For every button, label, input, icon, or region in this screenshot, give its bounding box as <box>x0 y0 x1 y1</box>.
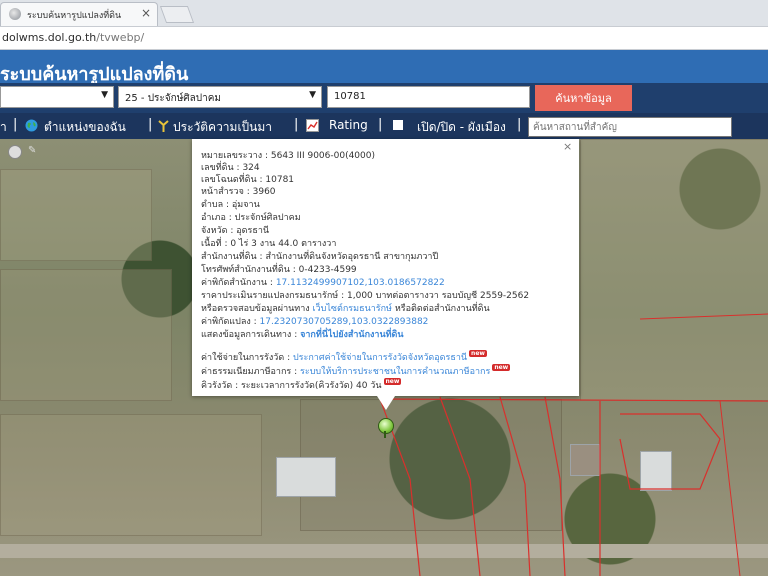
url-path: /tvwebp/ <box>96 31 145 44</box>
info-label: ค่าพิกัดแปลง <box>201 317 251 327</box>
info-appraisal: ราคาประเมินรายแปลงกรมธนารักษ์ : 1,000 บา… <box>201 291 530 301</box>
info-label: โทรศัพท์สำนักงานที่ดิน <box>201 265 290 275</box>
toolbar-separator: | <box>517 117 522 132</box>
info-fee: ค่าใช้จ่ายในการรังวัด : ประกาศค่าใช้จ่าย… <box>201 350 487 363</box>
info-value: 1,000 บาทต่อตารางวา รอบบัญชี 2559-2562 <box>347 291 530 301</box>
province-select[interactable]: ▼ <box>0 86 114 108</box>
toolbar-separator: | <box>294 117 299 132</box>
treasury-website-link[interactable]: เว็บไซต์กรมธนารักษ์ <box>313 304 392 314</box>
chart-icon <box>306 119 319 132</box>
site-favicon-icon <box>9 8 21 20</box>
url-text: dolwms.dol.go.th/tvwebp/ <box>2 31 144 44</box>
info-value: สำนักงานที่ดินจังหวัดอุดรธานี สาขากุมภวา… <box>265 252 439 262</box>
info-label: ค่าใช้จ่ายในการรังวัด <box>201 353 285 363</box>
info-label: ตำบล <box>201 200 224 210</box>
info-parcel-coords: ค่าพิกัดแปลง : 17.2320730705289,103.0322… <box>201 317 429 327</box>
info-value: อุ่มจาน <box>231 200 260 210</box>
toolbar-separator: | <box>13 117 18 132</box>
tax-calc-link[interactable]: ระบบให้บริการประชาชนในการคำนวณภาษีอากร <box>300 367 490 377</box>
info-office-phone: โทรศัพท์สำนักงานที่ดิน : 0-4233-4599 <box>201 265 357 275</box>
new-badge: new <box>383 378 402 385</box>
info-area: เนื้อที่ : 0 ไร่ 3 งาน 44.0 ตารางวา <box>201 239 337 249</box>
parcel-line <box>639 313 768 320</box>
info-province: จังหวัด : อุดรธานี <box>201 226 270 236</box>
info-value: 5643 III 9006-00(4000) <box>270 151 375 161</box>
route-link[interactable]: จากที่นี่ไปยังสำนักงานที่ดิน <box>300 330 403 340</box>
search-button[interactable]: ค้นหาข้อมูล <box>535 85 632 111</box>
globe-icon <box>25 119 38 132</box>
toolbar-separator: | <box>148 117 153 132</box>
info-queue: คิวรังวัด : ระยะเวลาการรังวัด(คิวรังวัด)… <box>201 378 402 391</box>
info-label: เนื้อที่ <box>201 239 222 249</box>
info-value: ประจักษ์ศิลปาคม <box>234 213 301 223</box>
chevron-down-icon: ▼ <box>101 90 108 100</box>
info-label: ราคาประเมินรายแปลงกรมธนารักษ์ <box>201 291 339 301</box>
info-value: 3960 <box>252 187 276 197</box>
info-route: แสดงข้อมูลการเดินทาง : จากที่นี่ไปยังสำน… <box>201 330 404 340</box>
info-survey-page: หน้าสำรวจ : 3960 <box>201 187 276 197</box>
info-label: อำเภอ <box>201 213 226 223</box>
survey-fee-link[interactable]: ประกาศค่าใช้จ่ายในการรังวัดจังหวัดอุดรธา… <box>293 353 467 363</box>
info-label: คิวรังวัด <box>201 381 233 391</box>
place-search-input[interactable] <box>528 117 732 137</box>
info-label: ค่าธรรมเนียมภาษีอากร <box>201 367 292 377</box>
info-value: 0-4233-4599 <box>298 265 357 275</box>
district-select-value: 25 - ประจักษ์ศิลปาคม <box>125 93 222 104</box>
info-label: สำนักงานที่ดิน <box>201 252 257 262</box>
parcel-line <box>619 413 721 490</box>
history-button[interactable]: ประวัติความเป็นมา <box>173 118 272 137</box>
parcel-line <box>719 400 741 576</box>
browser-tab-bar: ระบบค้นหารูปแปลงที่ดิน × <box>0 0 768 27</box>
url-host: dolwms.dol.go.th <box>2 31 97 44</box>
info-value: ระยะเวลาการรังวัด(คิวรังวัด) 40 วัน <box>240 381 382 391</box>
tab-title: ระบบค้นหารูปแปลงที่ดิน <box>27 11 122 21</box>
toggle-city-plan-button[interactable]: เปิด/ปิด - ผังเมือง <box>417 118 506 137</box>
parcel-marker-pin-icon[interactable] <box>378 418 394 434</box>
tab-close-icon[interactable]: × <box>141 6 151 20</box>
search-row: ▼ 25 - ประจักษ์ศิลปาคม ▼ 10781 ค้นหาข้อม… <box>0 83 768 113</box>
toolbar-separator: | <box>378 117 383 132</box>
parcel-line <box>544 396 566 576</box>
info-label: แสดงข้อมูลการเดินทาง <box>201 330 292 340</box>
info-tax: ค่าธรรมเนียมภาษีอากร : ระบบให้บริการประช… <box>201 364 511 377</box>
map-settings-icon[interactable] <box>8 145 22 159</box>
info-value: อุดรธานี <box>236 226 270 236</box>
rating-button[interactable]: Rating <box>329 118 368 132</box>
popup-pointer <box>377 396 395 410</box>
new-badge: new <box>469 350 487 357</box>
info-value: หรือติดต่อสำนักงานที่ดิน <box>394 304 490 314</box>
parcel-line <box>439 396 481 576</box>
toolbar-item-truncated[interactable]: า <box>0 118 7 137</box>
marker-stem <box>384 431 386 438</box>
address-bar[interactable]: dolwms.dol.go.th/tvwebp/ <box>0 27 768 50</box>
info-label: หน้าสำรวจ <box>201 187 244 197</box>
info-verify: หรือตรวจสอบข้อมูลผ่านทาง เว็บไซต์กรมธนาร… <box>201 301 490 315</box>
info-office-coords: ค่าพิกัดสำนักงาน : 17.1132499907102,103.… <box>201 278 445 288</box>
info-label: จังหวัด <box>201 226 228 236</box>
history-tree-icon <box>158 120 169 132</box>
new-tab-button[interactable] <box>159 6 195 23</box>
info-district: อำเภอ : ประจักษ์ศิลปาคม <box>201 213 301 223</box>
info-office: สำนักงานที่ดิน : สำนักงานที่ดินจังหวัดอุ… <box>201 252 439 262</box>
map-tool-icon[interactable]: ✎ <box>28 145 40 157</box>
parcel-line <box>499 396 531 576</box>
district-select[interactable]: 25 - ประจักษ์ศิลปาคม ▼ <box>118 86 322 108</box>
layer-checkbox[interactable] <box>393 120 403 130</box>
popup-close-icon[interactable]: × <box>563 140 572 153</box>
parcel-line <box>379 398 768 402</box>
parcel-coords-link[interactable]: 17.2320730705289,103.0322893882 <box>260 317 429 327</box>
office-coords-link[interactable]: 17.1132499907102,103.0186572822 <box>276 278 445 288</box>
my-location-button[interactable]: ตำแหน่งของฉัน <box>44 118 126 137</box>
chevron-down-icon: ▼ <box>309 90 316 100</box>
new-badge: new <box>492 364 511 371</box>
deed-number-input[interactable]: 10781 <box>327 86 530 108</box>
info-label: ค่าพิกัดสำนักงาน <box>201 278 268 288</box>
info-subdistrict: ตำบล : อุ่มจาน <box>201 200 260 210</box>
info-value: 0 ไร่ 3 งาน 44.0 ตารางวา <box>230 239 337 249</box>
browser-tab[interactable]: ระบบค้นหารูปแปลงที่ดิน × <box>0 2 158 26</box>
info-label: หรือตรวจสอบข้อมูลผ่านทาง <box>201 304 310 314</box>
